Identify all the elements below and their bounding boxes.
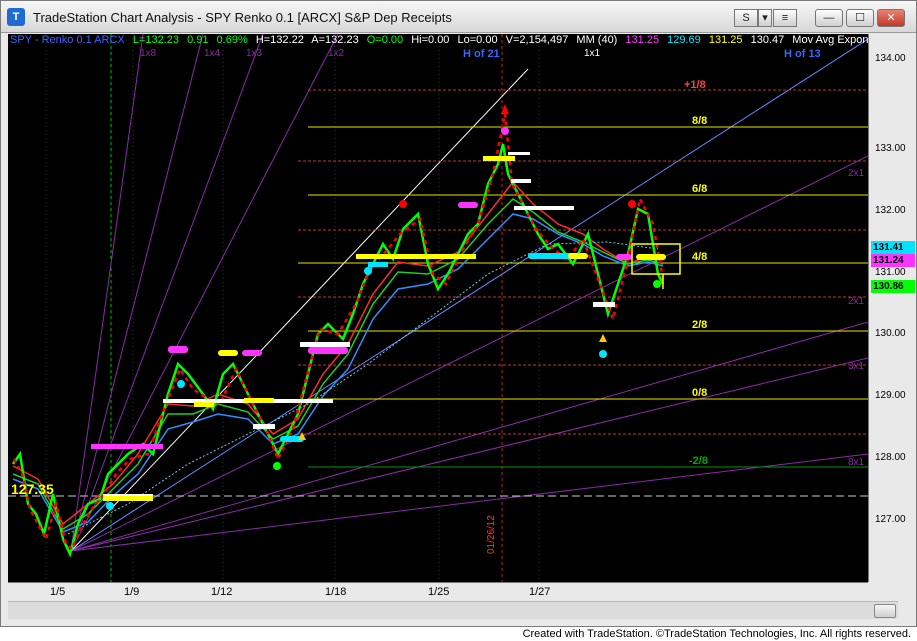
hi-value: Hi=0.00 — [411, 34, 450, 46]
ma-label: MM (40) — [576, 34, 618, 46]
h-of-13-label: H of 13 — [784, 48, 821, 60]
maximize-button[interactable]: ☐ — [846, 9, 874, 27]
price-tick: 133.00 — [875, 143, 906, 154]
gann-blue-line — [70, 38, 868, 552]
chart-plot-area[interactable]: SPY - Renko 0.1 ARCX L=132.23 0.91 0.69%… — [8, 34, 868, 582]
lo-value: Lo=0.00 — [457, 34, 498, 46]
symbol-info-bar: SPY - Renko 0.1 ARCX L=132.23 0.91 0.69%… — [10, 34, 868, 48]
high-price: H=132.22 — [255, 34, 304, 46]
chart-settings-button[interactable]: ≡ — [773, 9, 797, 27]
price-tick: 131.00 — [875, 267, 906, 278]
ma-value-3: 131.25 — [708, 34, 743, 46]
tradestation-logo-icon: T — [7, 8, 25, 26]
tradestation-window: T TradeStation Chart Analysis - SPY Renk… — [0, 0, 917, 627]
ma-value-4: 130.47 — [750, 34, 785, 46]
date-tick: 1/25 — [428, 586, 450, 598]
price-badge-cyan: 131.41 — [871, 241, 915, 254]
price-tick: 130.00 — [875, 328, 906, 339]
date-tick: 1/27 — [529, 586, 551, 598]
open-price: O=0.00 — [366, 34, 404, 46]
price-tick: 127.00 — [875, 514, 906, 525]
horizontal-scrollbar[interactable] — [8, 601, 898, 619]
price-tick: 134.00 — [875, 53, 906, 64]
volume-value: V=2,154,497 — [505, 34, 569, 46]
ma-value-1: 131.25 — [625, 34, 660, 46]
fan-2x1-label-a: 2x1 — [848, 168, 865, 179]
fan-1x1-label: 1x1 — [584, 48, 601, 59]
murrey-8-8-label: 8/8 — [692, 115, 708, 127]
murrey-0-8-label: 0/8 — [692, 387, 708, 399]
list-icon: ≡ — [781, 12, 789, 24]
last-price: L=132.23 — [132, 34, 179, 46]
fan-3x1-label: 3x1 — [848, 361, 865, 372]
murrey-2-8-label: 2/8 — [692, 319, 708, 331]
h-of-21-label: H of 21 — [463, 48, 500, 60]
signal-dots — [106, 127, 661, 510]
gann-1x1-line — [70, 68, 529, 552]
date-axis[interactable]: 1/5 1/9 1/12 1/18 1/25 1/27 — [8, 582, 868, 600]
fan-1x4-label: 1x4 — [204, 48, 221, 59]
fan-1x2-label: 1x2 — [328, 48, 345, 59]
murrey-plus-1-8-label: +1/8 — [684, 79, 706, 91]
murrey-minus-2-8-label: -2/8 — [689, 455, 708, 467]
fan-8x1-label: 8x1 — [848, 457, 865, 468]
symbol-link-dropdown-icon[interactable]: ▾ — [758, 9, 772, 27]
net-change: 0.91 — [187, 34, 209, 46]
window-title: TradeStation Chart Analysis - SPY Renko … — [33, 10, 452, 25]
date-tick: 1/18 — [325, 586, 347, 598]
date-vertical-label: 01/26/12 — [486, 515, 497, 554]
fan-2x1-label-b: 2x1 — [848, 296, 865, 307]
price-tick: 132.00 — [875, 205, 906, 216]
price-badge-green: 130.86 — [871, 280, 915, 293]
murrey-4-8-label: 4/8 — [692, 251, 708, 263]
close-button[interactable]: ✕ — [877, 9, 905, 27]
title-bar[interactable]: T TradeStation Chart Analysis - SPY Renk… — [1, 1, 916, 33]
murrey-6-8-label: 6/8 — [692, 183, 708, 195]
fan-1x3-label: 1x3 — [246, 48, 263, 59]
ma-value-2: 129.69 — [667, 34, 701, 46]
scroll-thumb[interactable] — [874, 604, 896, 618]
pivot-price-label: 127.35 — [11, 481, 54, 497]
price-tick: 128.00 — [875, 452, 906, 463]
date-tick: 1/5 — [50, 586, 66, 598]
price-axis[interactable]: 134.00 133.00 132.00 131.00 130.00 129.0… — [868, 34, 916, 582]
date-tick: 1/9 — [124, 586, 140, 598]
ask-price: A=132.23 — [311, 34, 359, 46]
date-tick: 1/12 — [211, 586, 233, 598]
symbol-link-button[interactable]: S — [734, 9, 758, 27]
fan-1x8-label: 1x8 — [140, 48, 157, 59]
gann-fan — [70, 34, 868, 552]
price-tick: 129.00 — [875, 390, 906, 401]
minimize-button[interactable]: — — [815, 9, 843, 27]
chart-canvas — [8, 34, 868, 582]
symbol-label: SPY - Renko 0.1 ARCX — [10, 34, 125, 46]
renko-markers — [91, 152, 666, 501]
price-badge-magenta: 131.24 — [871, 254, 915, 267]
mov-avg-label: Mov Avg Expone — [792, 34, 868, 46]
percent-change: 0.69% — [216, 34, 248, 46]
copyright-footer: Created with TradeStation. ©TradeStation… — [0, 627, 917, 641]
